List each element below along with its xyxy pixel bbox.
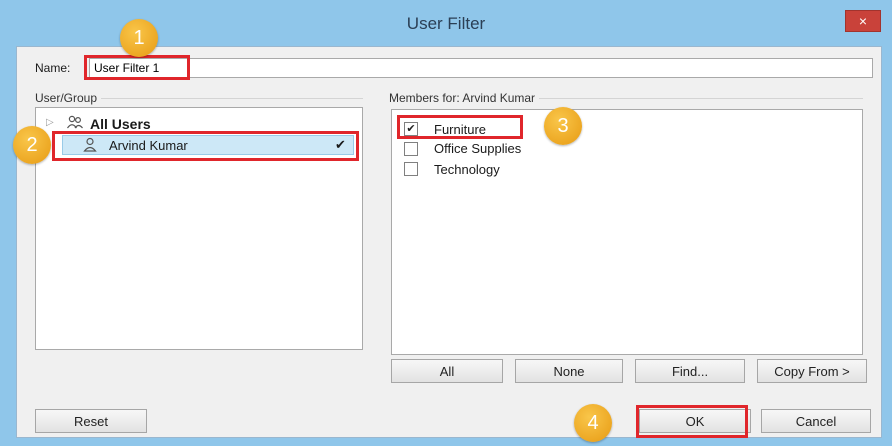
copy-from-button[interactable]: Copy From > bbox=[757, 359, 867, 383]
annotation-badge-4: 4 bbox=[574, 404, 612, 442]
annotation-highlight-name bbox=[84, 55, 190, 80]
annotation-badge-1: 1 bbox=[120, 19, 158, 57]
user-group-label: User/Group bbox=[35, 91, 102, 105]
member-label: Office Supplies bbox=[434, 141, 522, 156]
member-item-technology[interactable]: Technology bbox=[404, 160, 704, 178]
members-label: Members for: Arvind Kumar bbox=[389, 91, 540, 105]
annotation-badge-2: 2 bbox=[13, 126, 51, 164]
tree-item-label: All Users bbox=[90, 116, 151, 132]
user-filter-dialog: User Filter × Name: User/Group ▷ bbox=[0, 0, 892, 446]
member-checkbox[interactable] bbox=[404, 162, 418, 176]
cancel-button[interactable]: Cancel bbox=[761, 409, 871, 433]
name-label: Name: bbox=[35, 61, 71, 75]
members-list[interactable]: ✔ Furniture Office Supplies Technology bbox=[391, 109, 863, 355]
annotation-badge-3: 3 bbox=[544, 107, 582, 145]
member-checkbox[interactable] bbox=[404, 142, 418, 156]
close-button[interactable]: × bbox=[845, 10, 881, 32]
dialog-body: Name: User/Group ▷ All Users bbox=[16, 46, 882, 438]
all-button[interactable]: All bbox=[391, 359, 503, 383]
expand-arrow-icon[interactable]: ▷ bbox=[46, 117, 54, 128]
none-button[interactable]: None bbox=[515, 359, 623, 383]
name-input[interactable] bbox=[89, 58, 873, 78]
find-button[interactable]: Find... bbox=[635, 359, 745, 383]
annotation-highlight-furniture bbox=[397, 115, 523, 139]
member-label: Technology bbox=[434, 162, 500, 177]
reset-button[interactable]: Reset bbox=[35, 409, 147, 433]
close-icon: × bbox=[858, 13, 868, 29]
annotation-highlight-user bbox=[52, 131, 359, 161]
annotation-highlight-ok bbox=[636, 405, 748, 438]
